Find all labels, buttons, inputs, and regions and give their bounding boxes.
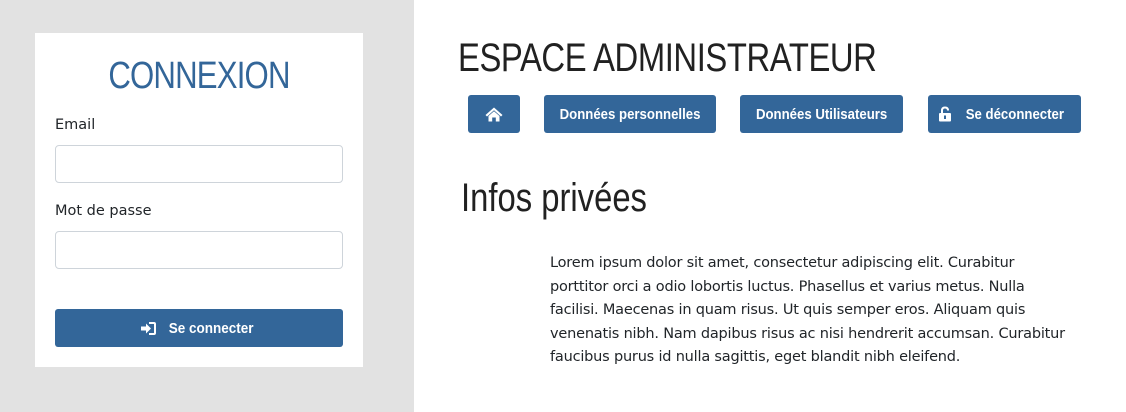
login-button[interactable]: Se connecter xyxy=(55,309,343,347)
login-sidebar: CONNEXION Email Mot de passe Se connecte… xyxy=(0,0,414,412)
email-field[interactable] xyxy=(55,145,343,183)
logout-label: Se déconnecter xyxy=(965,105,1065,123)
login-button-label: Se connecter xyxy=(168,319,254,337)
home-icon xyxy=(485,107,503,122)
email-label: Email xyxy=(55,117,96,133)
login-card: CONNEXION Email Mot de passe Se connecte… xyxy=(35,33,363,367)
page-title: ESPACE ADMINISTRATEUR xyxy=(458,36,877,80)
unlock-icon xyxy=(938,106,952,122)
logout-button[interactable]: Se déconnecter xyxy=(928,95,1081,133)
section-title: Infos privées xyxy=(461,176,647,220)
password-label: Mot de passe xyxy=(55,203,152,219)
password-field[interactable] xyxy=(55,231,343,269)
personal-data-button[interactable]: Données personnelles xyxy=(544,95,716,133)
personal-data-label: Données personnelles xyxy=(559,105,701,123)
sign-in-icon xyxy=(140,321,157,336)
users-data-label: Données Utilisateurs xyxy=(755,105,888,123)
users-data-button[interactable]: Données Utilisateurs xyxy=(740,95,903,133)
section-text: Lorem ipsum dolor sit amet, consectetur … xyxy=(550,255,1065,366)
home-button[interactable] xyxy=(468,95,520,133)
login-title: CONNEXION xyxy=(108,55,290,97)
